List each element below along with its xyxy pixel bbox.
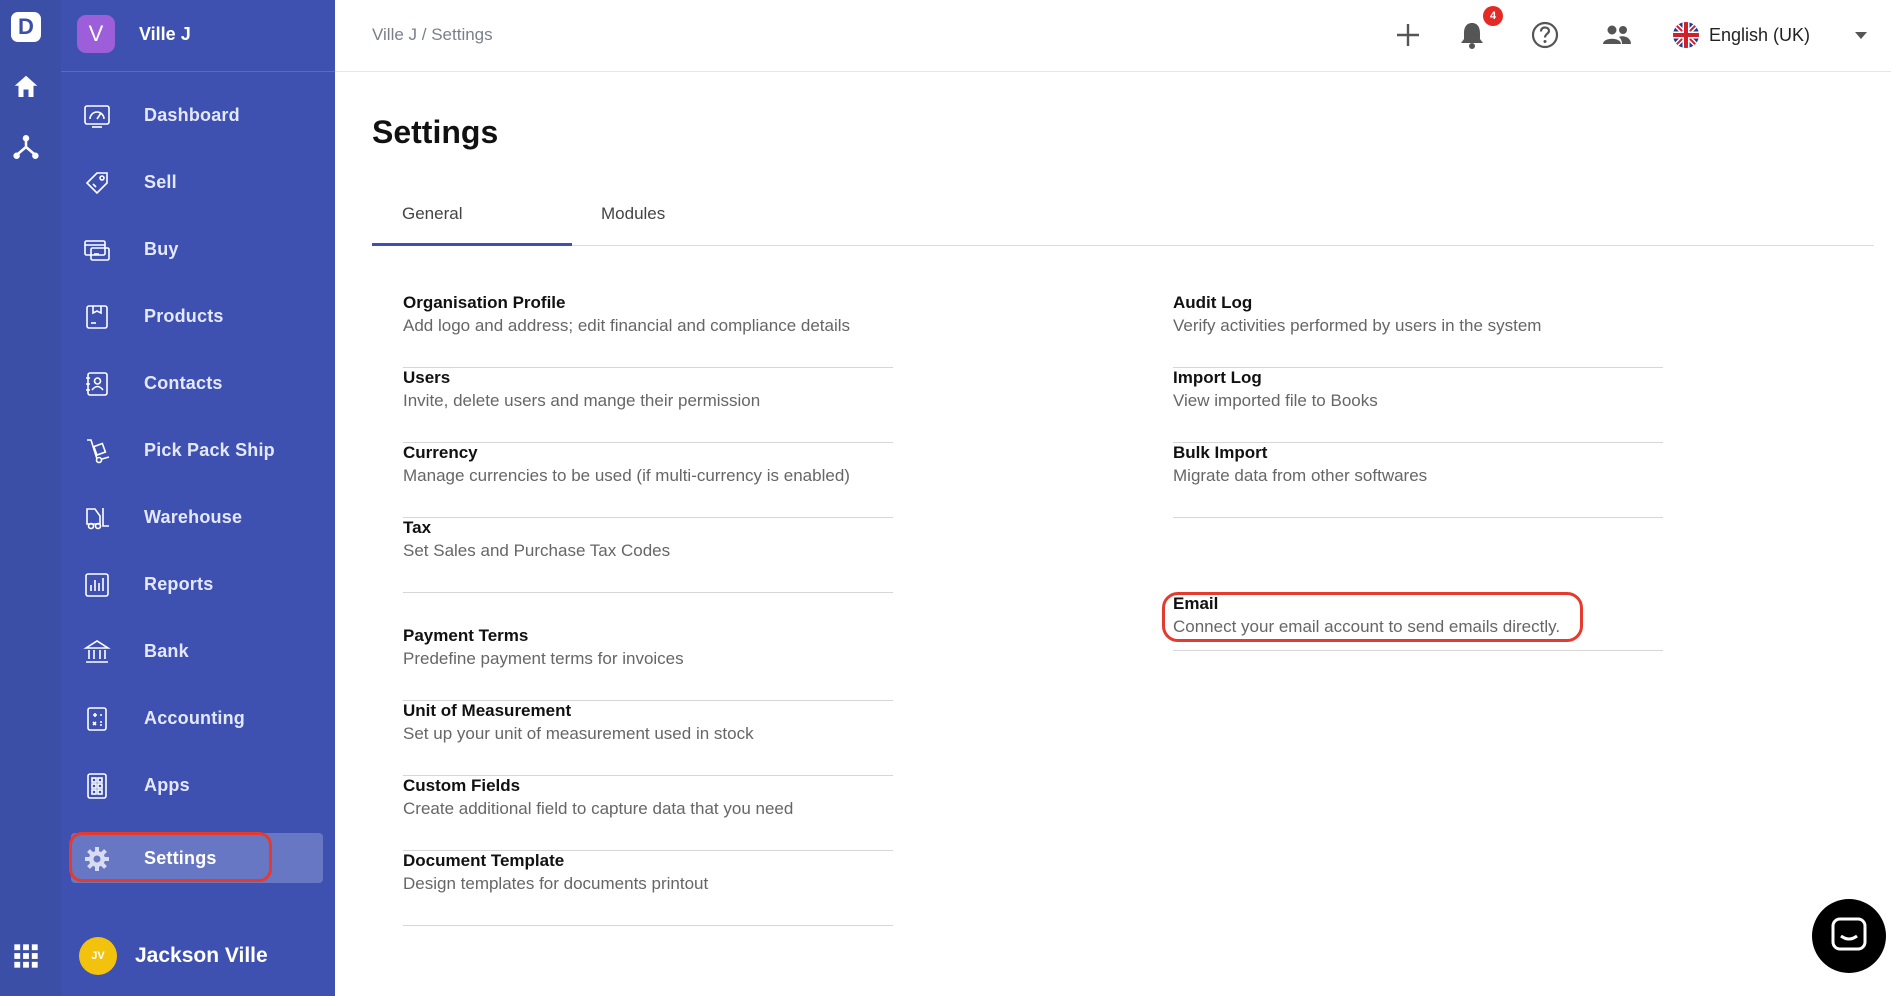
page-title: Settings [372, 114, 499, 150]
language-label: English (UK) [1709, 24, 1811, 45]
tab-modules[interactable]: Modules [601, 204, 665, 224]
apps-icon [87, 773, 107, 799]
sidebar-item-products[interactable]: Products [71, 291, 323, 341]
setting-description: Manage currencies to be used (if multi-c… [403, 466, 850, 485]
org-name: Ville J [139, 23, 191, 44]
users-icon[interactable] [1600, 18, 1634, 52]
setting-payment-terms[interactable]: Payment Terms Predefine payment terms fo… [403, 626, 893, 701]
contact-book-icon [86, 372, 108, 396]
setting-title: Tax [403, 518, 432, 537]
help-icon[interactable] [1528, 18, 1562, 52]
setting-description: Design templates for documents printout [403, 874, 709, 893]
setting-title: Document Template [403, 851, 565, 870]
top-header: Ville J / Settings 4 English (UK) [335, 0, 1891, 72]
sidebar: V Ville J Dashboard Sell Buy Products Co… [61, 0, 335, 996]
chat-bubble-icon [1831, 917, 1867, 951]
calculator-doc-icon [87, 707, 107, 731]
setting-title: Import Log [1173, 368, 1262, 387]
setting-description: View imported file to Books [1173, 391, 1378, 410]
sidebar-item-label: Products [144, 305, 224, 326]
sidebar-item-sell[interactable]: Sell [71, 157, 323, 207]
email-highlight-annotation [1162, 592, 1583, 642]
setting-title: Users [403, 368, 451, 387]
setting-tax[interactable]: Tax Set Sales and Purchase Tax Codes [403, 518, 893, 593]
avatar: JV [79, 937, 117, 975]
home-icon[interactable] [11, 72, 41, 102]
setting-title: Bulk Import [1173, 443, 1268, 462]
setting-description: Invite, delete users and mange their per… [403, 391, 761, 410]
box-icon [86, 305, 108, 329]
setting-description: Add logo and address; edit financial and… [403, 316, 851, 335]
setting-bulk-import[interactable]: Bulk Import Migrate data from other soft… [1173, 443, 1663, 518]
sidebar-item-label: Warehouse [144, 506, 243, 527]
bell-icon[interactable] [1455, 18, 1489, 52]
notification-badge: 4 [1483, 6, 1503, 26]
setting-currency[interactable]: Currency Manage currencies to be used (i… [403, 443, 893, 518]
app-rail: D [0, 0, 61, 996]
sidebar-item-pick-pack-ship[interactable]: Pick Pack Ship [71, 425, 323, 475]
price-tag-icon [85, 172, 108, 195]
chevron-down-icon[interactable] [1853, 29, 1869, 41]
sidebar-divider [61, 71, 335, 72]
tab-general[interactable]: General [402, 204, 462, 224]
breadcrumb: Ville J / Settings [372, 25, 493, 44]
uk-flag-icon [1673, 22, 1699, 48]
user-name: Jackson Ville [135, 944, 268, 967]
sidebar-item-label: Pick Pack Ship [144, 439, 275, 460]
setting-document-template[interactable]: Document Template Design templates for d… [403, 851, 893, 926]
sidebar-item-label: Dashboard [144, 104, 240, 125]
sidebar-item-label: Sell [144, 171, 177, 192]
forklift-icon [86, 508, 109, 530]
sidebar-item-label: Reports [144, 573, 214, 594]
setting-description: Verify activities performed by users in … [1173, 316, 1542, 335]
sidebar-item-dashboard[interactable]: Dashboard [71, 90, 323, 140]
setting-title: Organisation Profile [403, 293, 566, 312]
sidebar-item-label: Accounting [144, 707, 245, 728]
sidebar-item-label: Bank [144, 640, 189, 661]
org-switcher[interactable]: V Ville J [77, 15, 191, 53]
settings-tabs: General Modules [372, 194, 1874, 246]
setting-description: Migrate data from other softwares [1173, 466, 1428, 485]
sidebar-item-label: Apps [144, 774, 190, 795]
user-profile[interactable]: JV Jackson Ville [79, 937, 268, 975]
bar-report-icon [85, 573, 109, 597]
plus-icon[interactable] [1391, 18, 1425, 52]
sidebar-item-label: Contacts [144, 372, 223, 393]
sidebar-item-buy[interactable]: Buy [71, 224, 323, 274]
setting-description: Create additional field to capture data … [403, 799, 794, 818]
setting-description: Set Sales and Purchase Tax Codes [403, 541, 671, 560]
sidebar-item-warehouse[interactable]: Warehouse [71, 492, 323, 542]
bank-icon [83, 640, 111, 663]
sidebar-item-bank[interactable]: Bank [71, 626, 323, 676]
setting-import-log[interactable]: Import Log View imported file to Books [1173, 368, 1663, 443]
setting-title: Audit Log [1173, 293, 1253, 312]
settings-highlight-annotation [69, 832, 272, 882]
org-avatar: V [77, 15, 115, 53]
sidebar-item-accounting[interactable]: Accounting [71, 693, 323, 743]
setting-title: Payment Terms [403, 626, 529, 645]
setting-title: Unit of Measurement [403, 701, 572, 720]
hand-truck-icon [87, 439, 110, 464]
setting-unit-of-measurement[interactable]: Unit of Measurement Set up your unit of … [403, 701, 893, 776]
setting-organisation-profile[interactable]: Organisation Profile Add logo and addres… [403, 293, 893, 368]
setting-description: Predefine payment terms for invoices [403, 649, 684, 668]
setting-users[interactable]: Users Invite, delete users and mange the… [403, 368, 893, 443]
dashboard-gauge-icon [84, 105, 110, 128]
cart-card-icon [84, 240, 110, 261]
setting-custom-fields[interactable]: Custom Fields Create additional field to… [403, 776, 893, 851]
app-logo[interactable]: D [11, 12, 41, 42]
chat-widget-button[interactable] [1812, 899, 1886, 973]
sidebar-item-contacts[interactable]: Contacts [71, 358, 323, 408]
setting-description: Set up your unit of measurement used in … [403, 724, 754, 743]
hierarchy-icon[interactable] [11, 132, 41, 162]
active-tab-indicator [372, 243, 572, 246]
setting-title: Custom Fields [403, 776, 521, 795]
sidebar-item-reports[interactable]: Reports [71, 559, 323, 609]
sidebar-item-apps[interactable]: Apps [71, 760, 323, 810]
sidebar-item-label: Buy [144, 238, 179, 259]
setting-title: Currency [403, 443, 478, 462]
language-selector[interactable]: English (UK) [1673, 20, 1810, 50]
apps-grid-icon[interactable] [12, 942, 40, 970]
setting-audit-log[interactable]: Audit Log Verify activities performed by… [1173, 293, 1663, 368]
